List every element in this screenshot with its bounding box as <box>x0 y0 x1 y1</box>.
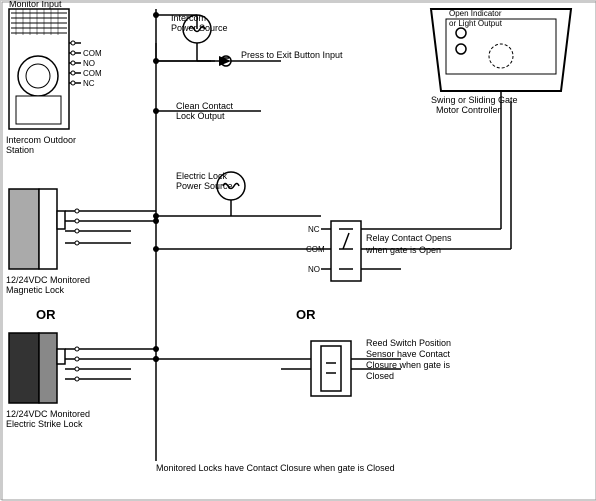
svg-text:Power Source: Power Source <box>171 23 228 33</box>
svg-text:Closed: Closed <box>366 371 394 381</box>
monitor-input-label: Monitor Input <box>9 1 62 9</box>
svg-text:Motor Controller: Motor Controller <box>436 105 501 115</box>
svg-text:NC: NC <box>308 225 320 234</box>
svg-text:when gate is Open: when gate is Open <box>365 245 441 255</box>
svg-text:Power Source: Power Source <box>176 181 233 191</box>
svg-text:or Light Output: or Light Output <box>449 19 503 28</box>
svg-text:Clean Contact: Clean Contact <box>176 101 234 111</box>
svg-text:Press to Exit Button Input: Press to Exit Button Input <box>241 50 343 60</box>
svg-text:Sensor have Contact: Sensor have Contact <box>366 349 451 359</box>
svg-text:COM: COM <box>83 69 102 78</box>
svg-text:Closure when gate is: Closure when gate is <box>366 360 451 370</box>
svg-text:12/24VDC Monitored: 12/24VDC Monitored <box>6 275 90 285</box>
svg-text:Monitored Locks have Contact C: Monitored Locks have Contact Closure whe… <box>156 463 395 473</box>
wiring-diagram: Monitor Input COM NO COM NC Intercom Out… <box>0 0 596 500</box>
svg-text:Electric Strike Lock: Electric Strike Lock <box>6 419 83 429</box>
svg-text:Swing or Sliding Gate: Swing or Sliding Gate <box>431 95 518 105</box>
svg-text:OR: OR <box>36 307 56 322</box>
svg-text:Intercom Outdoor: Intercom Outdoor <box>6 135 76 145</box>
svg-text:COM: COM <box>83 49 102 58</box>
svg-text:NO: NO <box>83 59 95 68</box>
svg-text:NO: NO <box>308 265 320 274</box>
svg-text:NC: NC <box>83 79 95 88</box>
svg-text:OR: OR <box>296 307 316 322</box>
svg-text:Reed Switch Position: Reed Switch Position <box>366 338 451 348</box>
svg-text:Open Indicator: Open Indicator <box>449 9 502 18</box>
svg-text:12/24VDC Monitored: 12/24VDC Monitored <box>6 409 90 419</box>
svg-text:Electric Lock: Electric Lock <box>176 171 228 181</box>
svg-text:Magnetic Lock: Magnetic Lock <box>6 285 65 295</box>
svg-text:Lock Output: Lock Output <box>176 111 225 121</box>
svg-text:Relay Contact Opens: Relay Contact Opens <box>366 233 452 243</box>
svg-text:Station: Station <box>6 145 34 155</box>
